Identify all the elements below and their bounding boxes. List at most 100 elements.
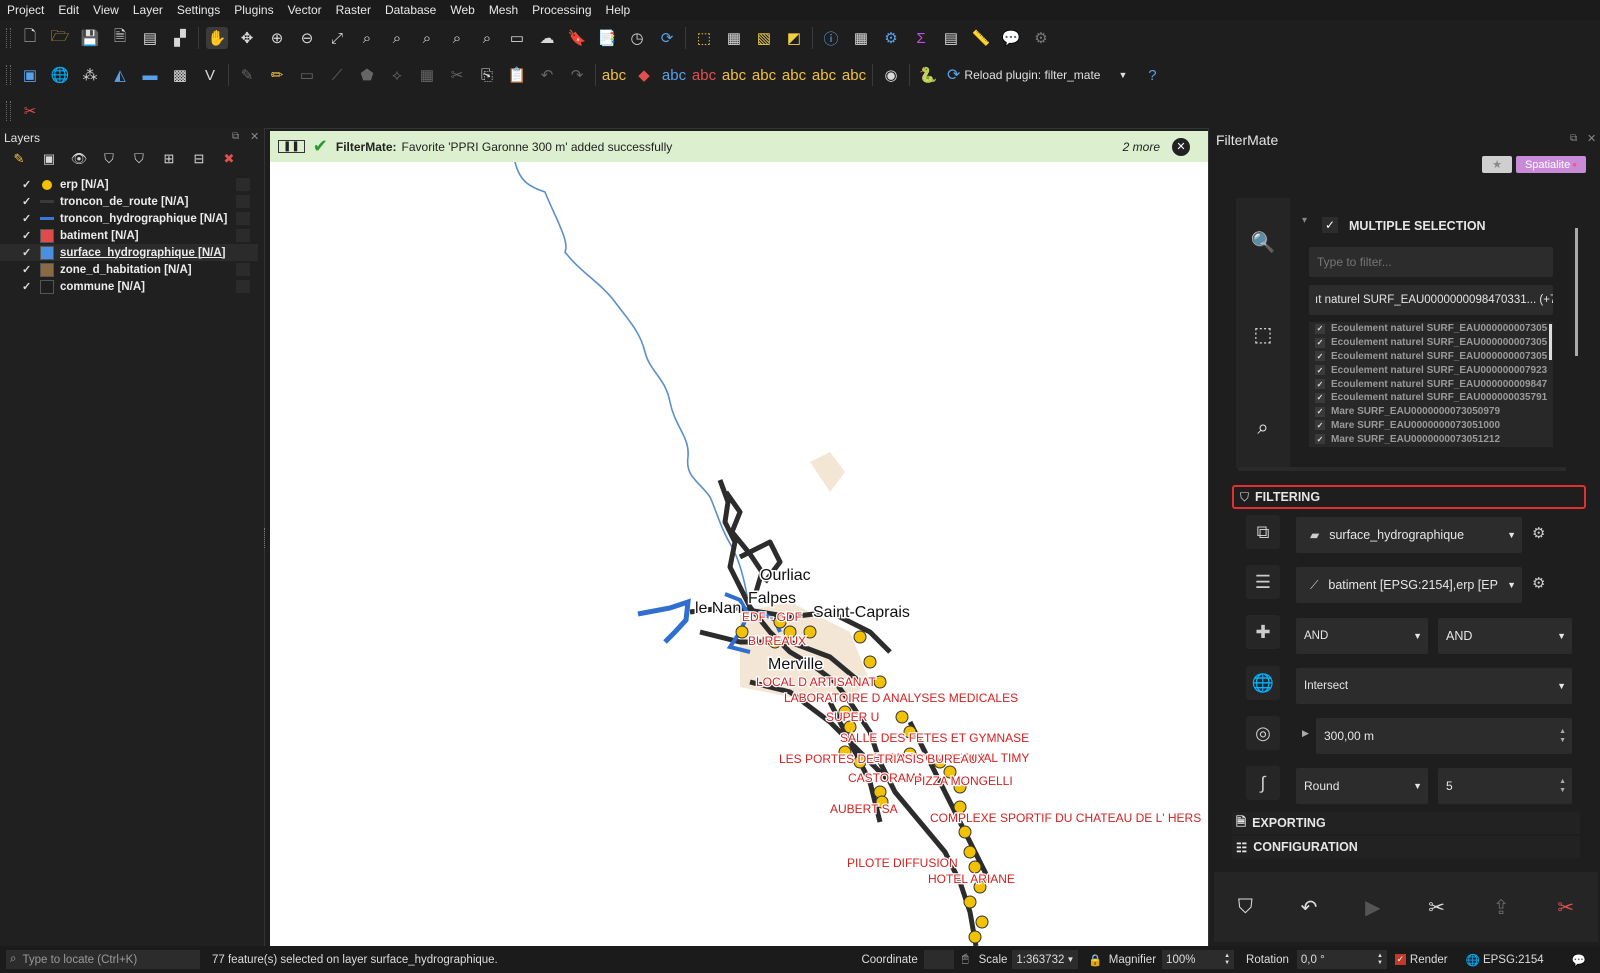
new-bookmark-icon[interactable]: 🔖	[566, 27, 588, 49]
map-canvas[interactable]: Ourliac Falpes le Nan Saint-Caprais Merville…	[270, 162, 1208, 946]
temporal-controller-icon[interactable]: ◷	[626, 27, 648, 49]
label-change-icon[interactable]: abc	[782, 64, 806, 86]
zoom-native-icon[interactable]: ⌕	[416, 27, 438, 49]
layer-indicator-icon[interactable]	[236, 229, 250, 242]
collapse-arrow-icon[interactable]: ▾	[1302, 215, 1307, 226]
reload-plugin-button[interactable]: ⟳ Reload plugin: filter_mate ▼	[947, 65, 1127, 85]
plugin-globe-icon[interactable]: ◉	[880, 64, 902, 86]
combine-operator-select-2[interactable]: AND ▼	[1438, 618, 1572, 654]
layer-diagram-icon[interactable]: ◆	[633, 64, 655, 86]
style-manager-icon[interactable]: ▞	[169, 27, 191, 49]
undo-filter-icon[interactable]: ↶	[1301, 895, 1318, 920]
layer-row[interactable]: ✓ erp [N/A]	[0, 176, 258, 193]
feature-checkbox[interactable]: ✓	[1315, 420, 1325, 431]
add-wfs-layer-icon[interactable]: ▬	[139, 64, 161, 86]
statistical-summary-icon[interactable]: Σ	[910, 27, 932, 49]
feature-checkbox[interactable]: ✓	[1315, 351, 1325, 362]
actions-icon[interactable]: ⚙	[1030, 27, 1052, 49]
feature-checkbox[interactable]: ✓	[1315, 365, 1325, 376]
feature-list-item[interactable]: ✓ Mare SURF_EAU0000000073051212	[1309, 432, 1553, 446]
predicate-select[interactable]: Intersect ▼	[1296, 668, 1572, 704]
mouse-icon[interactable]: 🖱	[962, 953, 969, 966]
label-show-hide-icon[interactable]: abc	[812, 64, 836, 86]
open-attribute-table-icon[interactable]: ▤	[940, 27, 962, 49]
float-panel-icon[interactable]: ⧉	[232, 131, 239, 142]
target-layers-icon[interactable]: ☰	[1246, 565, 1280, 599]
label-pin-icon[interactable]: abc	[662, 64, 686, 86]
feature-checkbox[interactable]: ✓	[1315, 337, 1325, 348]
label-tool-icon[interactable]: abc	[602, 64, 626, 86]
layer-visibility-checkbox[interactable]: ✓	[22, 280, 36, 293]
export-action-icon[interactable]: ⇪	[1493, 895, 1510, 920]
menu-raster[interactable]: Raster	[329, 3, 378, 17]
layer-indicator-icon[interactable]	[236, 212, 250, 225]
current-edits-icon[interactable]: ✎	[236, 64, 258, 86]
processing-toolbox-icon[interactable]: ⚙	[880, 27, 902, 49]
toolbar-grip[interactable]	[6, 65, 11, 85]
add-wms-layer-icon[interactable]: 🌐	[49, 64, 71, 86]
toggle-editing-icon[interactable]: ✏	[266, 64, 288, 86]
zoom-out-icon[interactable]: ⊖	[296, 27, 318, 49]
label-properties-icon[interactable]: abc	[842, 64, 866, 86]
selected-features-summary[interactable]: ıt naturel SURF_EAU0000000098470331... (…	[1309, 285, 1553, 315]
close-panel-icon[interactable]: ✕	[250, 130, 259, 143]
undo-icon[interactable]: ↶	[536, 64, 558, 86]
digitize-icon[interactable]: ⟋	[326, 64, 348, 86]
refresh-icon[interactable]: ⟳	[656, 27, 678, 49]
backend-badge[interactable]: Spatialite ●	[1516, 156, 1586, 173]
add-virtual-layer-icon[interactable]: V	[199, 64, 221, 86]
coordinate-field[interactable]	[923, 950, 954, 969]
source-layer-options-icon[interactable]: ⚙	[1532, 524, 1545, 542]
layer-indicator-icon[interactable]	[236, 246, 250, 259]
spin-arrows-icon[interactable]: ▲ ▼	[1559, 777, 1566, 795]
layer-visibility-checkbox[interactable]: ✓	[22, 195, 36, 208]
vertex-tool-icon[interactable]: ⬟	[356, 64, 378, 86]
layer-row[interactable]: ✓ troncon_hydrographique [N/A]	[0, 210, 258, 227]
layer-visibility-checkbox[interactable]: ✓	[22, 246, 36, 259]
add-mesh-layer-icon[interactable]: ▩	[169, 64, 191, 86]
feature-checkbox[interactable]: ✓	[1315, 379, 1325, 390]
add-vector-layer-icon[interactable]: ⁂	[79, 64, 101, 86]
layer-row[interactable]: ✓ surface_hydrographique [N/A]	[0, 244, 258, 261]
label-move-icon[interactable]: abc	[722, 64, 746, 86]
close-dock-icon[interactable]: ✕	[1587, 132, 1596, 145]
locator-bar[interactable]: ⌕ Type to locate (Ctrl+K)	[6, 950, 200, 969]
open-project-icon[interactable]: 🗁	[49, 27, 71, 49]
close-message-icon[interactable]: ✕	[1172, 137, 1190, 156]
zoom-full-icon[interactable]: ⤢	[326, 27, 348, 49]
layer-visibility-checkbox[interactable]: ✓	[22, 229, 36, 242]
target-layers-select[interactable]: ⟋ batiment [EPSG:2154],erp [EP ▼	[1296, 567, 1522, 603]
measure-line-icon[interactable]: 📏	[970, 27, 992, 49]
crs-label[interactable]: EPSG:2154	[1483, 954, 1544, 966]
combine-operator-select-1[interactable]: AND ▼	[1296, 618, 1428, 654]
layer-row[interactable]: ✓ commune [N/A]	[0, 278, 258, 295]
feature-checkbox[interactable]: ✓	[1315, 392, 1325, 403]
menu-layer[interactable]: Layer	[126, 3, 170, 17]
zoom-identify-icon[interactable]: 🔍	[1247, 226, 1279, 258]
menu-help[interactable]: Help	[599, 3, 638, 17]
label-rotate-icon[interactable]: abc	[752, 64, 776, 86]
filter-legend-icon[interactable]: ⛉	[98, 148, 120, 170]
feature-list-item[interactable]: ✓ Ecoulement naturel SURF_EAU000000007305	[1309, 322, 1553, 336]
multiple-selection-checkbox[interactable]: ✓	[1322, 217, 1338, 233]
favorites-badge[interactable]: ★	[1482, 156, 1512, 173]
menu-mesh[interactable]: Mesh	[482, 3, 525, 17]
feature-list-item[interactable]: ✓ Ecoulement naturel SURF_EAU000000009847	[1309, 377, 1553, 391]
dock-scrollbar[interactable]	[1575, 228, 1578, 356]
visibility-icon[interactable]: 👁	[68, 148, 90, 170]
new-project-icon[interactable]: 🗋	[19, 27, 41, 49]
buffer-type-icon[interactable]: ∫	[1246, 766, 1280, 800]
zoom-to-layer-icon[interactable]: ⌕	[386, 27, 408, 49]
delete-selected-icon[interactable]: ▦	[416, 64, 438, 86]
layout-manager-icon[interactable]: ▤	[139, 27, 161, 49]
unfilter-icon[interactable]: ✂	[1428, 895, 1445, 920]
cut-features-icon[interactable]: ✂	[446, 64, 468, 86]
map-tips-icon[interactable]: 💬	[1000, 27, 1022, 49]
combine-operator-icon[interactable]: ✚	[1246, 615, 1280, 649]
zoom-last-icon[interactable]: ⌕	[446, 27, 468, 49]
segments-input[interactable]: 5 ▲ ▼	[1438, 768, 1572, 804]
help-icon[interactable]: ?	[1141, 64, 1163, 86]
layer-indicator-icon[interactable]	[236, 195, 250, 208]
zoom-in-icon[interactable]: ⊕	[266, 27, 288, 49]
feature-list-item[interactable]: ✓ Ecoulement naturel SURF_EAU000000007923	[1309, 363, 1553, 377]
